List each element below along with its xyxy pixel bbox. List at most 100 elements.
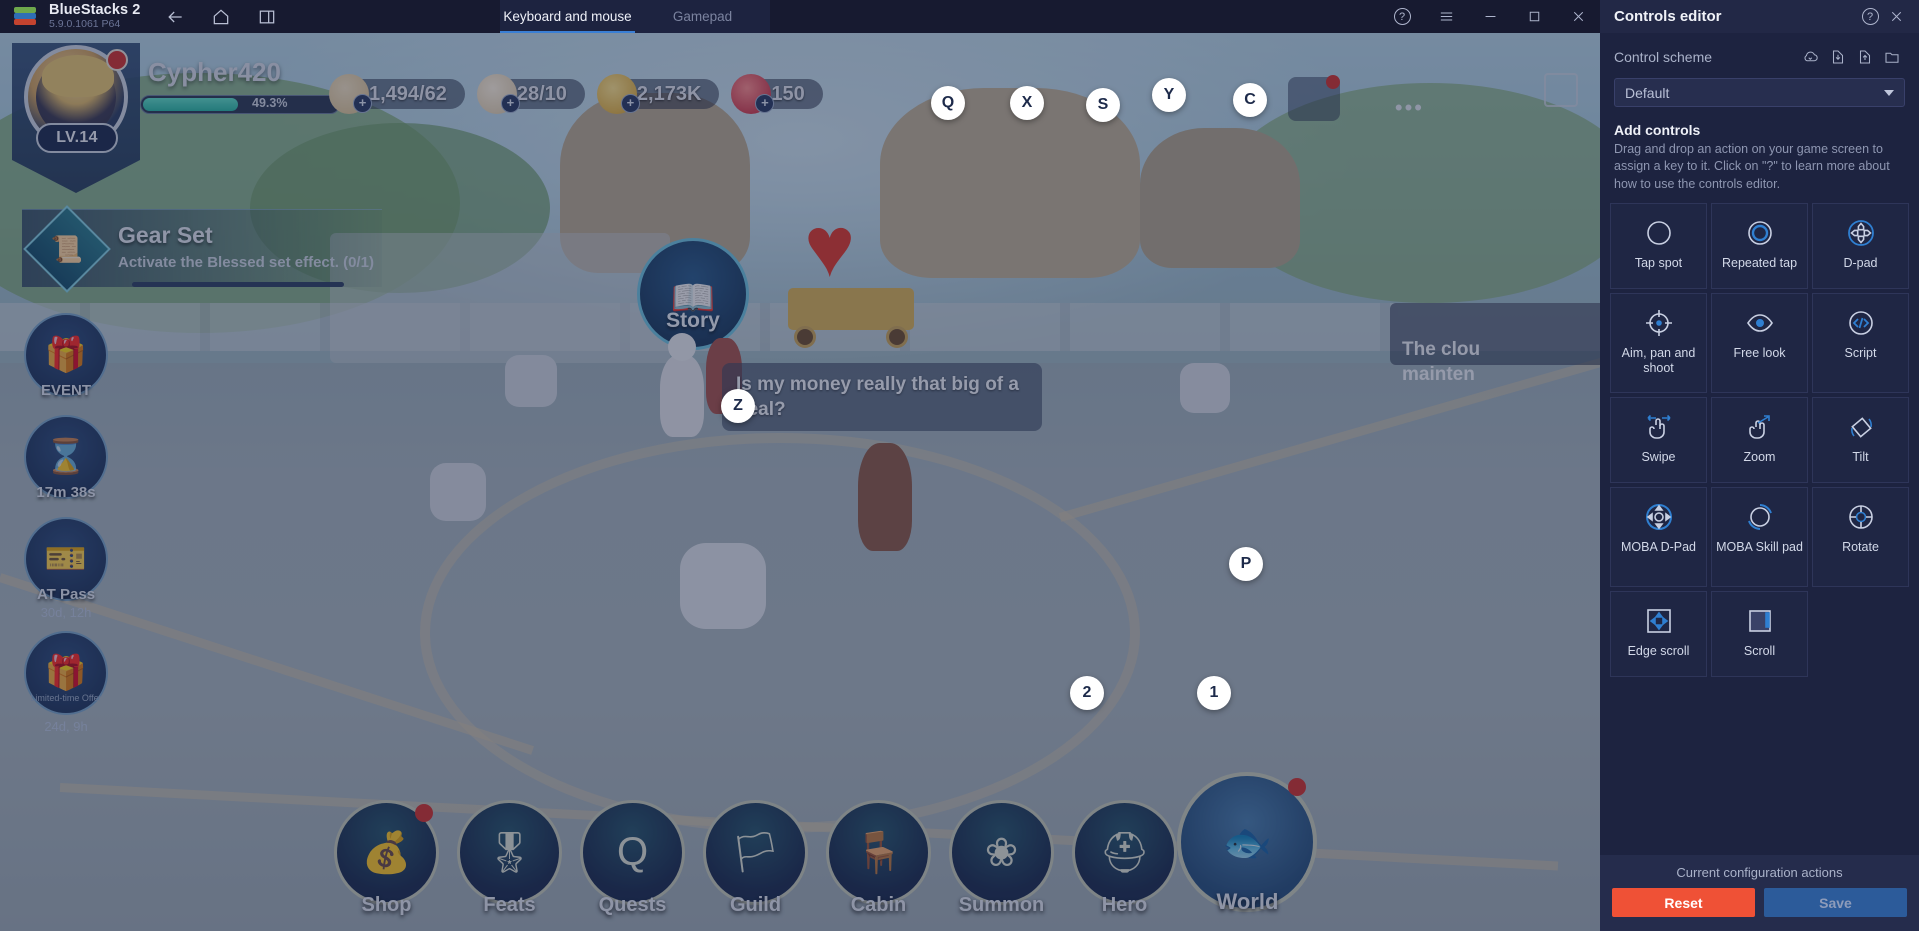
add-currency-button[interactable]: + — [353, 94, 372, 113]
control-script[interactable]: Script — [1812, 292, 1909, 393]
import-icon[interactable] — [1824, 46, 1851, 68]
control-moba-skill-pad[interactable]: MOBA Skill pad — [1711, 486, 1808, 587]
key-overlay-x-label: X — [1021, 94, 1033, 111]
add-currency-button[interactable]: + — [755, 94, 775, 113]
help-icon[interactable]: ? — [1857, 4, 1883, 30]
player-name: Cypher420 — [148, 57, 281, 87]
control-scroll[interactable]: Scroll — [1711, 590, 1808, 677]
nav-hero[interactable]: ⛑ Hero — [1068, 800, 1181, 916]
gear-set-banner[interactable]: 📜 Gear Set Activate the Blessed set effe… — [22, 205, 382, 293]
control-scheme-select[interactable]: Default — [1614, 78, 1905, 107]
nav-feats[interactable]: 🎖 Feats — [453, 800, 566, 916]
currency-item[interactable]: 28/10 + — [476, 74, 585, 114]
reset-button[interactable]: Reset — [1612, 888, 1755, 917]
collapse-hud-button[interactable] — [1544, 73, 1578, 107]
control-scheme-selected-value: Default — [1625, 84, 1670, 101]
moba-dpad-icon — [1642, 500, 1676, 534]
bluestacks-window: BlueStacks 2 5.9.0.1061 P64 Keyboard and… — [0, 0, 1919, 931]
tab-keyboard-and-mouse[interactable]: Keyboard and mouse — [500, 0, 635, 33]
control-scheme-label: Control scheme — [1614, 49, 1713, 65]
minimize-icon[interactable] — [1468, 0, 1512, 33]
cloud-sync-icon[interactable] — [1797, 46, 1824, 68]
add-currency-button[interactable]: + — [620, 94, 640, 113]
export-icon[interactable] — [1851, 46, 1878, 68]
control-moba-d-pad-label: MOBA D-Pad — [1620, 539, 1697, 554]
panel-title: Controls editor — [1614, 8, 1722, 25]
menu-icon[interactable] — [1424, 0, 1468, 33]
control-rotate[interactable]: Rotate — [1812, 486, 1909, 587]
key-overlay-x[interactable]: X — [1010, 86, 1044, 120]
close-icon[interactable] — [1883, 4, 1909, 30]
folder-icon[interactable] — [1878, 46, 1905, 68]
xp-percent-label: 49.3% — [252, 96, 288, 110]
game-viewport[interactable]: LV.14 Cypher420 49.3% 1,494/62 + 28/10 + — [0, 33, 1600, 931]
control-moba-d-pad[interactable]: MOBA D-Pad — [1610, 486, 1707, 587]
nav-guild[interactable]: 🏳 Guild — [699, 800, 812, 916]
key-overlay-y[interactable]: Y — [1152, 78, 1186, 112]
nav-cabin[interactable]: 🪑 Cabin — [822, 800, 935, 916]
chat-notification-dot — [1326, 75, 1340, 89]
timer-button[interactable]: ⌛ 17m 38s — [24, 415, 108, 501]
key-overlay-z[interactable]: Z — [721, 389, 755, 423]
control-script-label: Script — [1844, 345, 1877, 360]
maximize-icon[interactable] — [1512, 0, 1556, 33]
control-tilt[interactable]: Tilt — [1812, 396, 1909, 483]
currency-item[interactable]: 1,494/62 + — [329, 74, 465, 114]
announcement-toast: The clou mainten — [1390, 303, 1600, 385]
back-arrow-icon[interactable] — [164, 6, 186, 28]
more-options-icon[interactable]: ••• — [1395, 95, 1424, 121]
control-tap-spot[interactable]: Tap spot — [1610, 202, 1707, 289]
shop-icon: 💰 — [361, 831, 412, 875]
control-tap-spot-label: Tap spot — [1634, 255, 1683, 270]
currency-value: 28/10 — [516, 82, 567, 105]
key-overlay-2[interactable]: 2 — [1070, 676, 1104, 710]
control-edge-scroll[interactable]: Edge scroll — [1610, 590, 1707, 677]
multi-instance-icon[interactable] — [256, 6, 278, 28]
currency-value: 150 — [771, 82, 805, 105]
app-title-block: BlueStacks 2 5.9.0.1061 P64 — [49, 2, 140, 30]
control-repeated-tap[interactable]: Repeated tap — [1711, 202, 1808, 289]
panel-header: Controls editor ? — [1600, 0, 1919, 33]
key-overlay-2-label: 2 — [1082, 684, 1092, 701]
add-currency-button[interactable]: + — [500, 94, 520, 113]
control-aim-pan-shoot[interactable]: Aim, pan and shoot — [1610, 292, 1707, 393]
control-d-pad[interactable]: D-pad — [1812, 202, 1909, 289]
edge-scroll-icon — [1642, 604, 1676, 638]
key-overlay-1[interactable]: 1 — [1197, 676, 1231, 710]
control-zoom[interactable]: Zoom — [1711, 396, 1808, 483]
story-button[interactable]: 📖 Story — [637, 238, 749, 350]
control-free-look[interactable]: Free look — [1711, 292, 1808, 393]
key-overlay-q[interactable]: Q — [931, 86, 965, 120]
currency-item[interactable]: 2,173K + — [596, 74, 720, 114]
key-overlay-p[interactable]: P — [1229, 547, 1263, 581]
key-overlay-c[interactable]: C — [1233, 83, 1267, 117]
nav-shop[interactable]: 💰 Shop — [330, 800, 443, 916]
close-icon[interactable] — [1556, 0, 1600, 33]
nav-summon[interactable]: ❀ Summon — [945, 800, 1058, 916]
limited-offer-button[interactable]: 🎁 Limited-time Offer 24d, 9h — [24, 631, 108, 734]
help-icon[interactable]: ? — [1380, 0, 1424, 33]
key-overlay-q-label: Q — [941, 94, 955, 111]
nav-quests[interactable]: Q Quests — [576, 800, 689, 916]
timer-button-label: 17m 38s — [36, 484, 96, 501]
control-swipe[interactable]: Swipe — [1610, 396, 1707, 483]
at-pass-button[interactable]: 🎫 AT Pass 30d, 12h — [24, 517, 108, 620]
control-edge-scroll-label: Edge scroll — [1627, 643, 1690, 658]
currency-item[interactable]: 150 + — [731, 74, 823, 114]
tab-gamepad[interactable]: Gamepad — [635, 0, 770, 33]
key-overlay-z-label: Z — [733, 397, 743, 414]
key-overlay-s[interactable]: S — [1086, 88, 1120, 122]
avatar[interactable]: LV.14 — [20, 45, 132, 163]
event-button-label: EVENT — [40, 382, 92, 399]
event-button[interactable]: 🎁 EVENT — [24, 313, 108, 399]
chat-button[interactable] — [1288, 75, 1340, 121]
nav-world[interactable]: 🐟 World — [1177, 772, 1317, 914]
titlebar-nav-icons — [164, 6, 278, 28]
npc-pet — [680, 543, 766, 629]
swipe-icon — [1642, 410, 1676, 444]
chevron-down-icon — [1884, 89, 1894, 96]
npc-pet — [1180, 363, 1230, 413]
save-button[interactable]: Save — [1764, 888, 1907, 917]
current-configuration-actions-label: Current configuration actions — [1676, 865, 1843, 880]
home-icon[interactable] — [210, 6, 232, 28]
